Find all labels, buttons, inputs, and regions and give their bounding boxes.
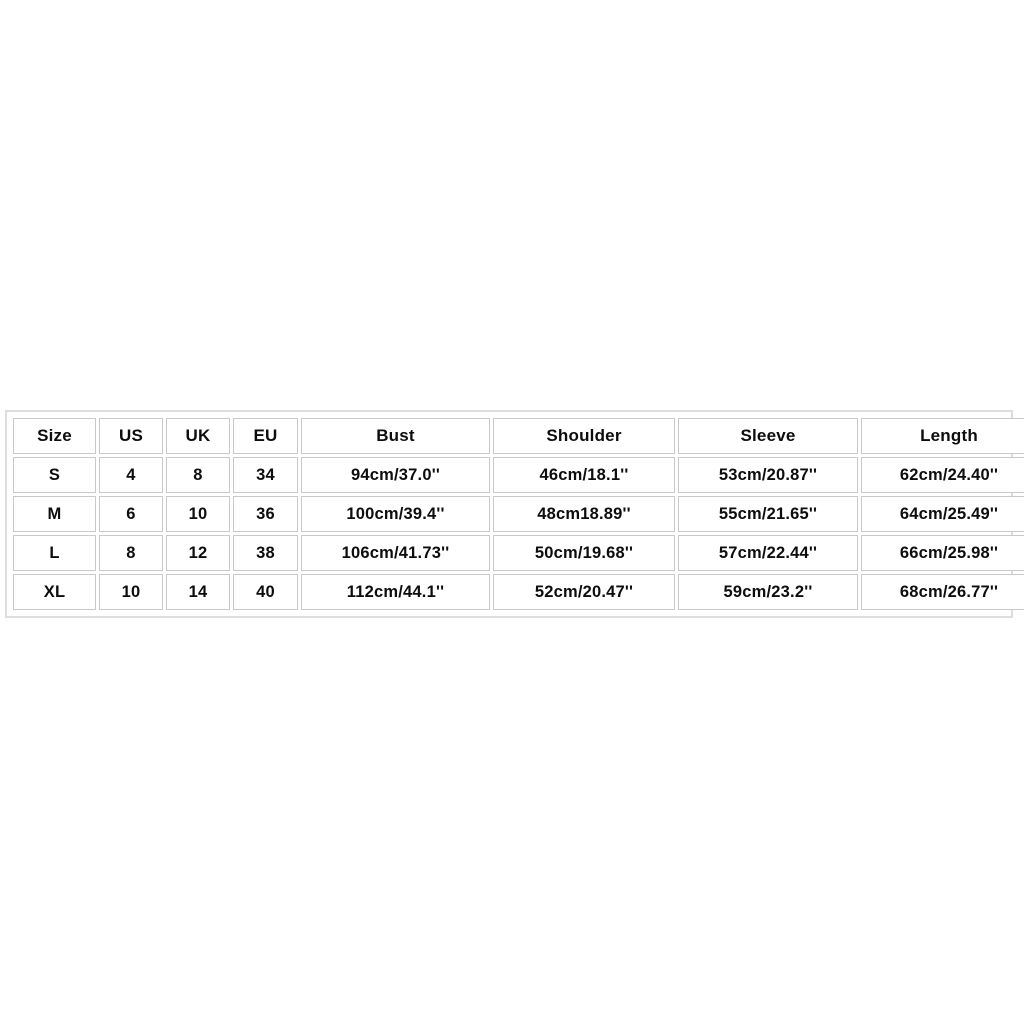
cell-bust: 100cm/39.4''	[301, 496, 490, 532]
table-header-row: Size US UK EU Bust Shoulder Sleeve Lengt…	[13, 418, 1024, 454]
cell-length: 68cm/26.77''	[861, 574, 1024, 610]
cell-sleeve: 53cm/20.87''	[678, 457, 858, 493]
column-header-sleeve: Sleeve	[678, 418, 858, 454]
column-header-length: Length	[861, 418, 1024, 454]
cell-bust: 94cm/37.0''	[301, 457, 490, 493]
cell-size: L	[13, 535, 96, 571]
cell-eu: 40	[233, 574, 298, 610]
cell-eu: 34	[233, 457, 298, 493]
column-header-shoulder: Shoulder	[493, 418, 675, 454]
cell-shoulder: 48cm18.89''	[493, 496, 675, 532]
cell-uk: 14	[166, 574, 230, 610]
cell-size: M	[13, 496, 96, 532]
table-row: L 8 12 38 106cm/41.73'' 50cm/19.68'' 57c…	[13, 535, 1024, 571]
cell-uk: 10	[166, 496, 230, 532]
table-row: XL 10 14 40 112cm/44.1'' 52cm/20.47'' 59…	[13, 574, 1024, 610]
table-row: M 6 10 36 100cm/39.4'' 48cm18.89'' 55cm/…	[13, 496, 1024, 532]
column-header-eu: EU	[233, 418, 298, 454]
cell-uk: 12	[166, 535, 230, 571]
cell-sleeve: 57cm/22.44''	[678, 535, 858, 571]
cell-shoulder: 46cm/18.1''	[493, 457, 675, 493]
cell-us: 6	[99, 496, 163, 532]
column-header-bust: Bust	[301, 418, 490, 454]
cell-us: 10	[99, 574, 163, 610]
cell-eu: 36	[233, 496, 298, 532]
cell-length: 64cm/25.49''	[861, 496, 1024, 532]
column-header-uk: UK	[166, 418, 230, 454]
cell-bust: 112cm/44.1''	[301, 574, 490, 610]
table-row: S 4 8 34 94cm/37.0'' 46cm/18.1'' 53cm/20…	[13, 457, 1024, 493]
cell-shoulder: 52cm/20.47''	[493, 574, 675, 610]
cell-shoulder: 50cm/19.68''	[493, 535, 675, 571]
column-header-size: Size	[13, 418, 96, 454]
column-header-us: US	[99, 418, 163, 454]
cell-size: XL	[13, 574, 96, 610]
cell-size: S	[13, 457, 96, 493]
cell-bust: 106cm/41.73''	[301, 535, 490, 571]
cell-eu: 38	[233, 535, 298, 571]
cell-length: 66cm/25.98''	[861, 535, 1024, 571]
size-chart-table: Size US UK EU Bust Shoulder Sleeve Lengt…	[10, 415, 1024, 613]
cell-sleeve: 55cm/21.65''	[678, 496, 858, 532]
cell-uk: 8	[166, 457, 230, 493]
cell-us: 8	[99, 535, 163, 571]
cell-length: 62cm/24.40''	[861, 457, 1024, 493]
cell-sleeve: 59cm/23.2''	[678, 574, 858, 610]
cell-us: 4	[99, 457, 163, 493]
size-chart-container: Size US UK EU Bust Shoulder Sleeve Lengt…	[5, 410, 1024, 618]
